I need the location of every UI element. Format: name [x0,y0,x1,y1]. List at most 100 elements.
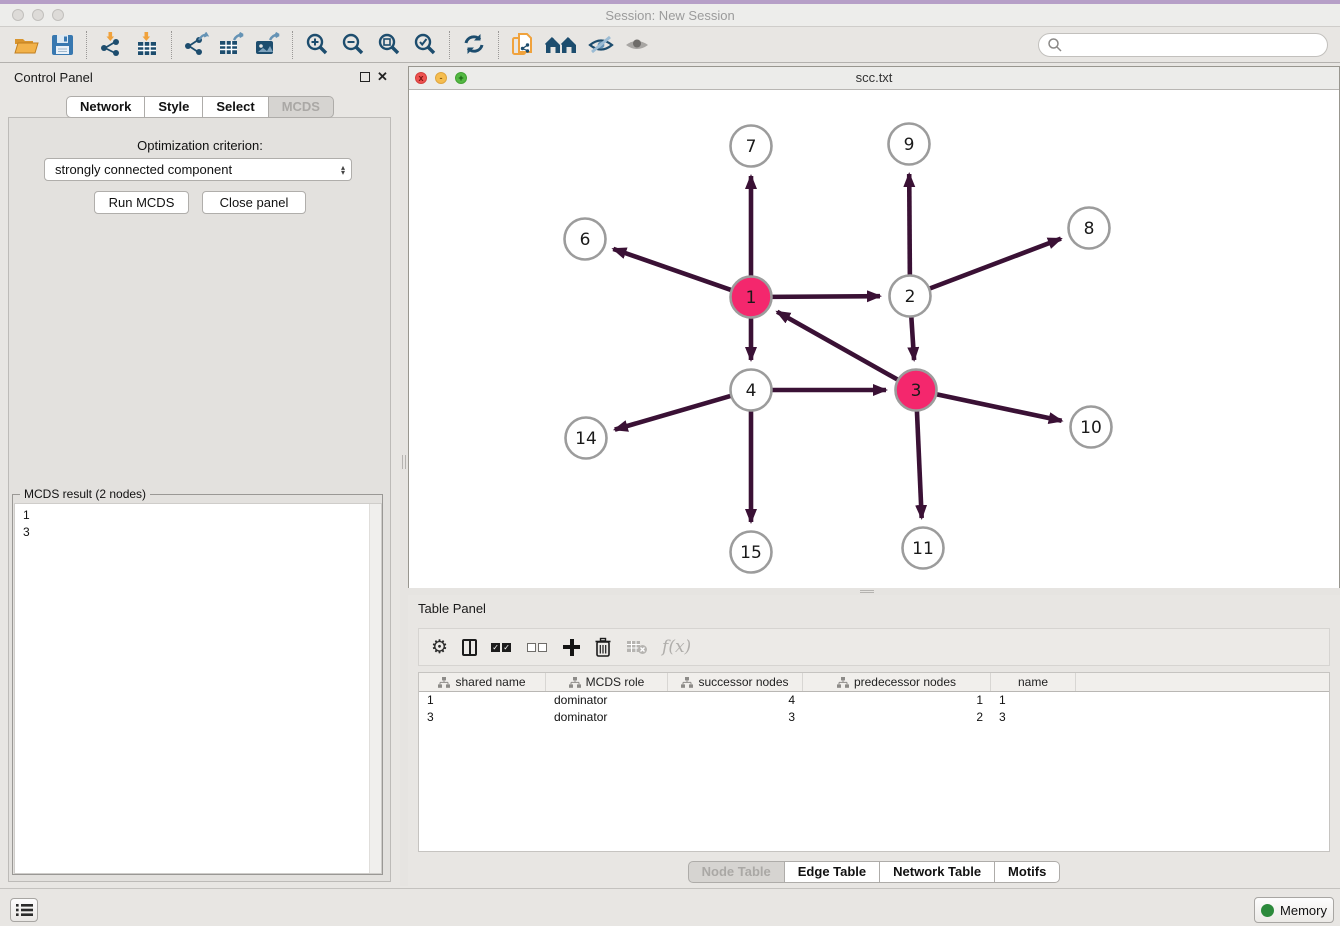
table-panel: Table Panel ✕ ⚙ ✓ ✓ f(x) shared na [408,595,1340,886]
table-row[interactable]: 1dominator411 [419,692,1329,709]
graph-node-label-15: 15 [740,543,762,563]
table-cell[interactable]: 1 [419,692,546,709]
open-session-button[interactable] [8,30,44,60]
graph-edge-1-6[interactable] [613,249,733,291]
tab-network[interactable]: Network [66,96,145,118]
optimization-criterion-label: Optimization criterion: [0,138,400,153]
table-cell[interactable]: 2 [803,709,991,726]
tab-node-table[interactable]: Node Table [688,861,785,883]
tab-style[interactable]: Style [145,96,203,118]
export-image-icon [254,32,282,57]
refresh-button[interactable] [456,30,492,60]
table-body: 1dominator4113dominator323 [419,692,1329,726]
network-canvas[interactable]: 7968124314101511 [409,90,1339,591]
table-cell[interactable]: dominator [546,692,668,709]
first-neighbors-button[interactable] [541,30,583,60]
search-input[interactable] [1038,33,1328,57]
zoom-selected-button[interactable] [407,30,443,60]
zoom-selected-icon [413,32,438,57]
show-all-button[interactable] [619,30,655,60]
optimization-dropdown[interactable]: strongly connected component ▴▾ [44,158,352,181]
column-header[interactable]: name [991,673,1076,691]
zoom-fit-button[interactable] [371,30,407,60]
close-network-button[interactable]: x [415,72,427,84]
mcds-result-textarea[interactable]: 1 3 [14,503,382,874]
table-cell[interactable]: 1 [991,692,1076,709]
export-image-button[interactable] [250,30,286,60]
show-columns-button[interactable] [462,639,477,656]
minimize-network-button[interactable]: - [435,72,447,84]
table-header-row: shared nameMCDS rolesuccessor nodesprede… [419,673,1329,692]
save-session-button[interactable] [44,30,80,60]
graph-edge-1-2[interactable] [770,296,880,297]
table-cell[interactable]: 3 [419,709,546,726]
table-cell[interactable]: 3 [991,709,1076,726]
toolbar-separator [292,31,293,59]
window-title: Session: New Session [0,4,1340,27]
export-network-icon [183,32,210,57]
result-scrollbar[interactable] [369,504,381,873]
run-mcds-button[interactable]: Run MCDS [94,191,189,214]
console-button[interactable] [10,898,38,922]
toolbar-separator [171,31,172,59]
network-view-window: x - + scc.txt 7968124314101511 [408,66,1340,592]
memory-button[interactable]: Memory [1254,897,1334,923]
unchecked-box-icon [538,643,547,652]
column-header[interactable]: successor nodes [668,673,803,691]
zoom-window-button[interactable] [52,9,64,21]
control-panel-tabs: Network Style Select MCDS [0,96,400,118]
graph-edge-4-14[interactable] [615,395,733,429]
graph-edge-2-8[interactable] [928,239,1061,290]
table-row[interactable]: 3dominator323 [419,709,1329,726]
eye-slash-icon [587,33,615,57]
column-header[interactable]: shared name [419,673,546,691]
close-panel-icon[interactable]: ✕ [377,71,388,83]
tab-mcds[interactable]: MCDS [269,96,334,118]
hide-selected-button[interactable] [583,30,619,60]
graph-edge-2-3[interactable] [911,315,914,360]
maximize-network-button[interactable]: + [455,72,467,84]
deselect-all-button[interactable] [527,643,549,652]
table-settings-button[interactable]: ⚙ [431,636,448,659]
close-panel-button[interactable]: Close panel [202,191,306,214]
graph-node-label-11: 11 [912,539,934,559]
table-cell[interactable]: 1 [803,692,991,709]
close-window-button[interactable] [12,9,24,21]
gear-icon: ⚙ [431,636,448,659]
graph-node-label-4: 4 [746,381,757,401]
graph-node-label-9: 9 [904,135,915,155]
graph-edge-3-1[interactable] [777,312,899,381]
tab-select[interactable]: Select [203,96,268,118]
tab-edge-table[interactable]: Edge Table [785,861,880,883]
select-all-button[interactable]: ✓ ✓ [491,643,513,652]
delete-column-button[interactable] [594,637,612,658]
column-header[interactable]: predecessor nodes [803,673,991,691]
import-table-icon [135,32,160,57]
export-network-button[interactable] [178,30,214,60]
minimize-window-button[interactable] [32,9,44,21]
control-panel: Control Panel ✕ Network Style Select MCD… [0,63,400,886]
trash-icon [594,637,612,658]
zoom-in-button[interactable] [299,30,335,60]
node-table: shared nameMCDS rolesuccessor nodesprede… [418,672,1330,852]
tab-motifs[interactable]: Motifs [995,861,1060,883]
checked-box-icon: ✓ [491,643,500,652]
float-panel-icon[interactable] [360,72,370,82]
graph-edge-2-9[interactable] [909,174,910,277]
table-cell[interactable]: 3 [668,709,803,726]
graph-edge-3-10[interactable] [935,394,1062,421]
network-window-title: scc.txt [409,67,1339,89]
import-network-button[interactable] [93,30,129,60]
tab-network-table[interactable]: Network Table [880,861,995,883]
graph-edge-3-11[interactable] [917,409,922,518]
zoom-out-button[interactable] [335,30,371,60]
add-column-button[interactable] [563,639,580,656]
column-header[interactable]: MCDS role [546,673,668,691]
vertical-splitter[interactable] [400,63,408,886]
horizontal-splitter[interactable] [408,588,1340,595]
table-cell[interactable]: dominator [546,709,668,726]
new-network-from-selection-button[interactable] [505,30,541,60]
import-table-button[interactable] [129,30,165,60]
export-table-button[interactable] [214,30,250,60]
table-cell[interactable]: 4 [668,692,803,709]
